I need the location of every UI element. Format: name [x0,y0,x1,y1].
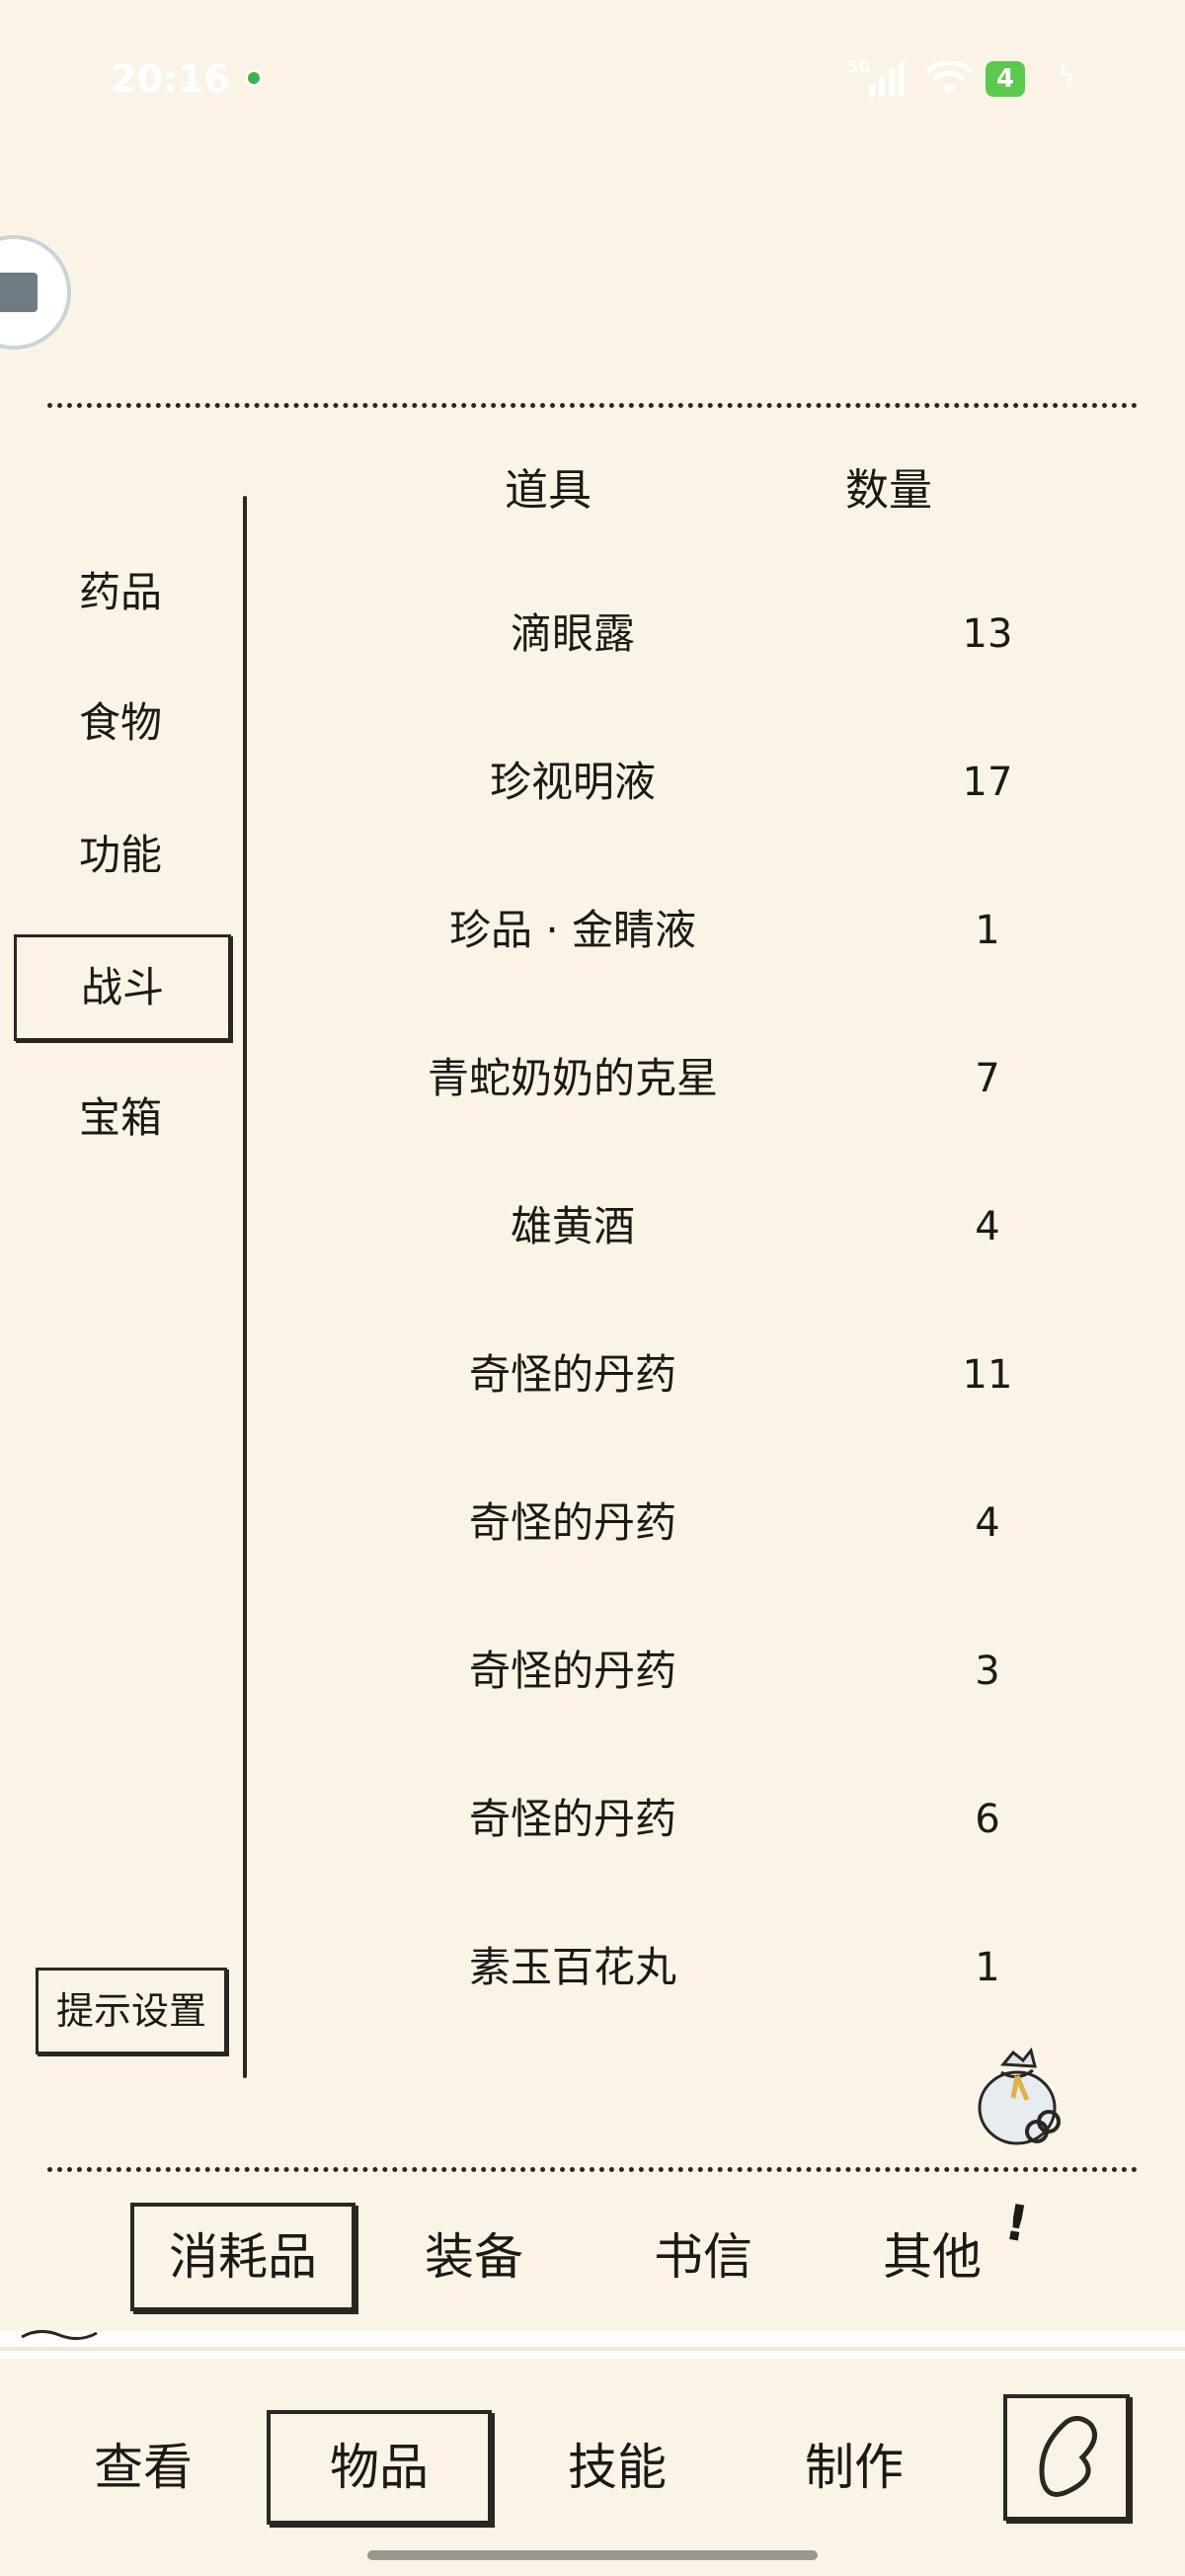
item-name: 奇怪的丹药 [468,1647,676,1695]
nav-items[interactable]: 物品 [267,2410,492,2525]
tab-letters[interactable]: 书信 [624,2203,782,2311]
table-row[interactable]: 奇怪的丹药 6 [296,1770,1086,1869]
decorative-band [0,2331,1185,2359]
nav-skills[interactable]: 技能 [543,2410,691,2525]
notification-dot-icon [245,69,263,87]
item-name: 素玉百花丸 [468,1943,676,1991]
back-button[interactable] [1003,2394,1130,2521]
back-heart-icon [1039,2416,1097,2497]
tab-consumables[interactable]: 消耗品 [130,2203,356,2311]
item-name: 珍视明液 [489,758,656,806]
table-row[interactable]: 奇怪的丹药 4 [296,1474,1086,1572]
battery-icon: 4 [986,61,1025,97]
wave-ornament-icon [21,2330,98,2340]
item-name: 珍品 · 金睛液 [448,906,697,954]
item-name: 青蛇奶奶的克星 [427,1054,718,1102]
nav-view[interactable]: 查看 [69,2410,217,2525]
menu-divider [243,496,247,2078]
item-quantity: 3 [975,1649,1000,1694]
item-quantity: 7 [975,1056,1000,1101]
signal-icon [869,61,905,97]
item-quantity: 4 [975,1500,1000,1546]
status-bar: 20:16 5G 4 ϟ [0,0,1185,158]
item-quantity: 13 [962,611,1013,657]
home-indicator[interactable] [367,2550,818,2560]
status-time: 20:16 [111,57,230,101]
item-bag-icon[interactable] [974,2043,1063,2149]
table-row[interactable]: 奇怪的丹药 3 [296,1622,1086,1721]
item-name: 奇怪的丹药 [468,1498,676,1547]
category-medicine[interactable]: 药品 [12,543,229,642]
item-name: 雄黄酒 [510,1202,635,1250]
table-row[interactable]: 奇怪的丹药 11 [296,1326,1086,1424]
item-quantity: 1 [975,908,1000,953]
item-quantity: 11 [962,1352,1013,1398]
item-name: 奇怪的丹药 [468,1350,676,1399]
table-row[interactable]: 雄黄酒 4 [296,1177,1086,1276]
item-quantity: 6 [975,1797,1000,1842]
column-header-item: 道具 [505,465,592,516]
tab-equipment[interactable]: 装备 [395,2203,553,2311]
table-row[interactable]: 滴眼露 13 [296,585,1086,684]
top-divider [47,403,1138,408]
column-header-quantity: 数量 [845,465,932,516]
item-name: 滴眼露 [510,609,635,658]
avatar-icon[interactable] [0,235,71,350]
item-quantity: 1 [975,1945,1000,1990]
wifi-icon [925,61,973,95]
item-name: 奇怪的丹药 [468,1795,676,1843]
item-quantity: 17 [962,760,1013,805]
table-row[interactable]: 珍品 · 金睛液 1 [296,881,1086,980]
item-quantity: 4 [975,1204,1000,1249]
tab-other[interactable]: 其他 [853,2203,1011,2311]
table-row[interactable]: 青蛇奶奶的克星 7 [296,1029,1086,1128]
hint-settings-button[interactable]: 提示设置 [36,1968,227,2054]
category-function[interactable]: 功能 [12,806,229,905]
category-treasure[interactable]: 宝箱 [12,1069,229,1167]
charging-bolt-icon: ϟ [1057,59,1076,94]
table-row[interactable]: 素玉百花丸 1 [296,1918,1086,2017]
bottom-divider [47,2167,1138,2172]
table-row[interactable]: 珍视明液 17 [296,733,1086,832]
nav-craft[interactable]: 制作 [780,2410,928,2525]
decorative-band-line [0,2347,1185,2351]
category-battle[interactable]: 战斗 [14,934,231,1041]
category-food[interactable]: 食物 [12,674,229,772]
